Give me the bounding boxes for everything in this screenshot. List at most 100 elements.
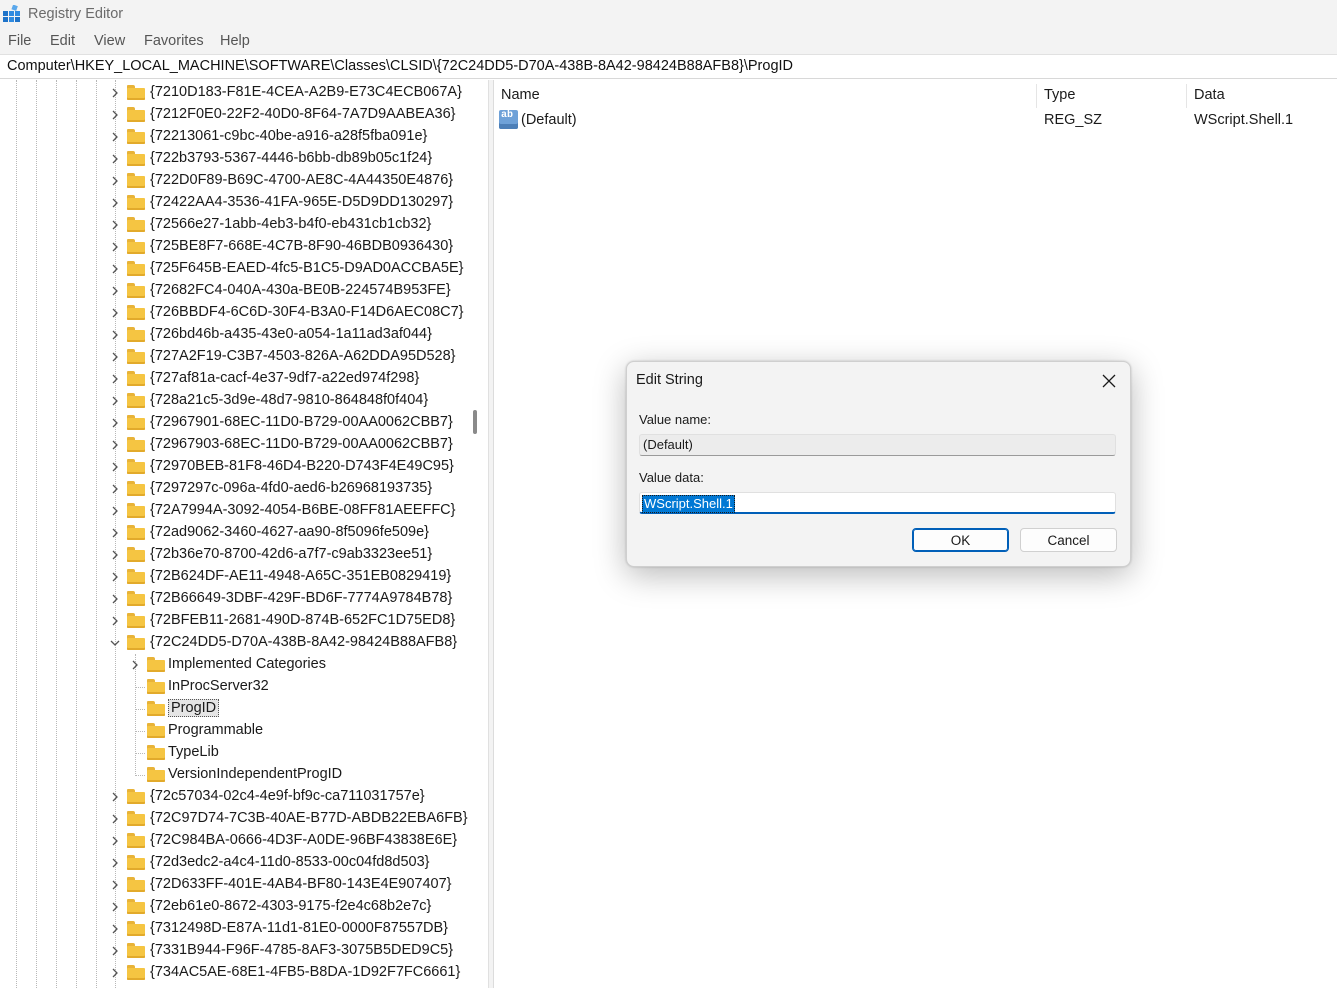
tree-item[interactable]: {72eb61e0-8672-4303-9175-f2e4c68b2e7c}	[0, 896, 470, 918]
expand-chevron[interactable]	[108, 878, 122, 892]
tree-item[interactable]: {727af81a-cacf-4e37-9df7-a22ed974f298}	[0, 368, 470, 390]
expand-chevron[interactable]	[108, 900, 122, 914]
expand-chevron[interactable]	[108, 350, 122, 364]
expand-chevron[interactable]	[108, 218, 122, 232]
tree-item-child[interactable]: Programmable	[0, 720, 470, 742]
folder-icon	[127, 877, 145, 892]
tree-item[interactable]: {72D633FF-401E-4AB4-BF80-143E4E907407}	[0, 874, 470, 896]
folder-icon	[127, 437, 145, 452]
column-type[interactable]: Type	[1044, 87, 1075, 103]
tree-item[interactable]: {72970BEB-81F8-46D4-B220-D743F4E49C95}	[0, 456, 470, 478]
expand-chevron[interactable]	[108, 284, 122, 298]
column-separator[interactable]	[1186, 84, 1187, 108]
menu-favorites[interactable]: Favorites	[144, 33, 204, 49]
expand-chevron[interactable]	[108, 460, 122, 474]
menu-help[interactable]: Help	[220, 33, 250, 49]
expand-chevron[interactable]	[108, 482, 122, 496]
ok-button[interactable]: OK	[912, 528, 1009, 552]
tree-item[interactable]: {72b36e70-8700-42d6-a7f7-c9ab3323ee51}	[0, 544, 470, 566]
tree-item[interactable]: {72213061-c9bc-40be-a916-a28f5fba091e}	[0, 126, 470, 148]
tree-item[interactable]: {72422AA4-3536-41FA-965E-D5D9DD130297}	[0, 192, 470, 214]
tree-item[interactable]: {72B624DF-AE11-4948-A65C-351EB0829419}	[0, 566, 470, 588]
tree-item[interactable]: {7331B944-F96F-4785-8AF3-3075B5DED9C5}	[0, 940, 470, 962]
expand-chevron[interactable]	[108, 306, 122, 320]
expand-chevron[interactable]	[108, 812, 122, 826]
expand-chevron[interactable]	[108, 130, 122, 144]
expand-chevron[interactable]	[128, 658, 142, 672]
expand-chevron[interactable]	[108, 526, 122, 540]
expand-chevron[interactable]	[108, 504, 122, 518]
tree-item[interactable]: {72c57034-02c4-4e9f-bf9c-ca711031757e}	[0, 786, 470, 808]
expand-chevron[interactable]	[108, 614, 122, 628]
tree-item-child[interactable]: VersionIndependentProgID	[0, 764, 470, 786]
tree-item[interactable]: {728a21c5-3d9e-48d7-9810-864848f0f404}	[0, 390, 470, 412]
address-bar[interactable]: Computer\HKEY_LOCAL_MACHINE\SOFTWARE\Cla…	[0, 56, 1337, 79]
expand-chevron[interactable]	[108, 86, 122, 100]
column-separator[interactable]	[1036, 84, 1037, 108]
expand-chevron[interactable]	[108, 372, 122, 386]
expand-chevron[interactable]	[108, 174, 122, 188]
menu-file[interactable]: File	[8, 33, 31, 49]
tree-item-child[interactable]: Implemented Categories	[0, 654, 470, 676]
address-path[interactable]: Computer\HKEY_LOCAL_MACHINE\SOFTWARE\Cla…	[7, 58, 793, 74]
tree-item[interactable]: {72967901-68EC-11D0-B729-00AA0062CBB7}	[0, 412, 470, 434]
tree-item-child[interactable]: TypeLib	[0, 742, 470, 764]
expand-chevron[interactable]	[108, 240, 122, 254]
expand-chevron[interactable]	[108, 416, 122, 430]
tree-item[interactable]: {7297297c-096a-4fd0-aed6-b26968193735}	[0, 478, 470, 500]
tree-item[interactable]: {7210D183-F81E-4CEA-A2B9-E73C4ECB067A}	[0, 82, 470, 104]
column-name[interactable]: Name	[501, 87, 540, 103]
expand-chevron[interactable]	[108, 834, 122, 848]
expand-chevron[interactable]	[108, 790, 122, 804]
tree-item[interactable]: {72ad9062-3460-4627-aa90-8f5096fe509e}	[0, 522, 470, 544]
expand-chevron[interactable]	[108, 262, 122, 276]
tree-scrollbar-thumb[interactable]	[473, 410, 477, 434]
value-data-input[interactable]: WScript.Shell.1	[639, 492, 1116, 514]
expand-chevron[interactable]	[108, 570, 122, 584]
expand-chevron[interactable]	[108, 152, 122, 166]
expand-chevron[interactable]	[108, 856, 122, 870]
tree-item[interactable]: {72967903-68EC-11D0-B729-00AA0062CBB7}	[0, 434, 470, 456]
tree-item[interactable]: {72d3edc2-a4c4-11d0-8533-00c04fd8d503}	[0, 852, 470, 874]
expand-chevron[interactable]	[108, 966, 122, 980]
value-row[interactable]: ab (Default) REG_SZ WScript.Shell.1	[494, 109, 1337, 131]
tree-item[interactable]: {722D0F89-B69C-4700-AE8C-4A44350E4876}	[0, 170, 470, 192]
column-data[interactable]: Data	[1194, 87, 1225, 103]
close-button[interactable]	[1094, 367, 1124, 395]
tree-item[interactable]: {72682FC4-040A-430a-BE0B-224574B953FE}	[0, 280, 470, 302]
tree-item[interactable]: {726BBDF4-6C6D-30F4-B3A0-F14D6AEC08C7}	[0, 302, 470, 324]
expand-chevron[interactable]	[108, 196, 122, 210]
tree-item[interactable]: {72566e27-1abb-4eb3-b4f0-eb431cb1cb32}	[0, 214, 470, 236]
tree-item[interactable]: {72B66649-3DBF-429F-BD6F-7774A9784B78}	[0, 588, 470, 610]
expand-chevron[interactable]	[108, 108, 122, 122]
tree-item[interactable]: {72A7994A-3092-4054-B6BE-08FF81AEEFFC}	[0, 500, 470, 522]
tree-item[interactable]: {722b3793-5367-4446-b6bb-db89b05c1f24}	[0, 148, 470, 170]
tree-item[interactable]: {727A2F19-C3B7-4503-826A-A62DDA95D528}	[0, 346, 470, 368]
expand-chevron[interactable]	[108, 592, 122, 606]
expand-chevron[interactable]	[108, 438, 122, 452]
menu-edit[interactable]: Edit	[50, 33, 75, 49]
expand-chevron[interactable]	[108, 328, 122, 342]
tree-item[interactable]: {7312498D-E87A-11d1-81E0-0000F87557DB}	[0, 918, 470, 940]
tree-item[interactable]: {7212F0E0-22F2-40D0-8F64-7A7D9AABEA36}	[0, 104, 470, 126]
tree-item[interactable]: {72BFEB11-2681-490D-874B-652FC1D75ED8}	[0, 610, 470, 632]
tree-item[interactable]: {726bd46b-a435-43e0-a054-1a11ad3af044}	[0, 324, 470, 346]
tree-item[interactable]: {725BE8F7-668E-4C7B-8F90-46BDB0936430}	[0, 236, 470, 258]
key-tree[interactable]: {7210D183-F81E-4CEA-A2B9-E73C4ECB067A} {7…	[0, 80, 489, 988]
value-data-selected-text[interactable]: WScript.Shell.1	[642, 495, 735, 513]
tree-item[interactable]: {72C97D74-7C3B-40AE-B77D-ABDB22EBA6FB}	[0, 808, 470, 830]
tree-item-child[interactable]: InProcServer32	[0, 676, 470, 698]
expand-chevron[interactable]	[108, 922, 122, 936]
tree-item[interactable]: {72C984BA-0666-4D3F-A0DE-96BF43838E6E}	[0, 830, 470, 852]
expand-chevron[interactable]	[108, 394, 122, 408]
menu-view[interactable]: View	[94, 33, 125, 49]
tree-item-expanded[interactable]: {72C24DD5-D70A-438B-8A42-98424B88AFB8}	[0, 632, 470, 654]
tree-item-selected[interactable]: ProgID	[0, 698, 470, 720]
tree-connector	[136, 709, 145, 710]
collapse-chevron[interactable]	[108, 636, 122, 650]
cancel-button[interactable]: Cancel	[1020, 528, 1117, 552]
tree-item[interactable]: {725F645B-EAED-4fc5-B1C5-D9AD0ACCBA5E}	[0, 258, 470, 280]
expand-chevron[interactable]	[108, 548, 122, 562]
tree-item[interactable]: {734AC5AE-68E1-4FB5-B8DA-1D92F7FC6661}	[0, 962, 470, 984]
expand-chevron[interactable]	[108, 944, 122, 958]
